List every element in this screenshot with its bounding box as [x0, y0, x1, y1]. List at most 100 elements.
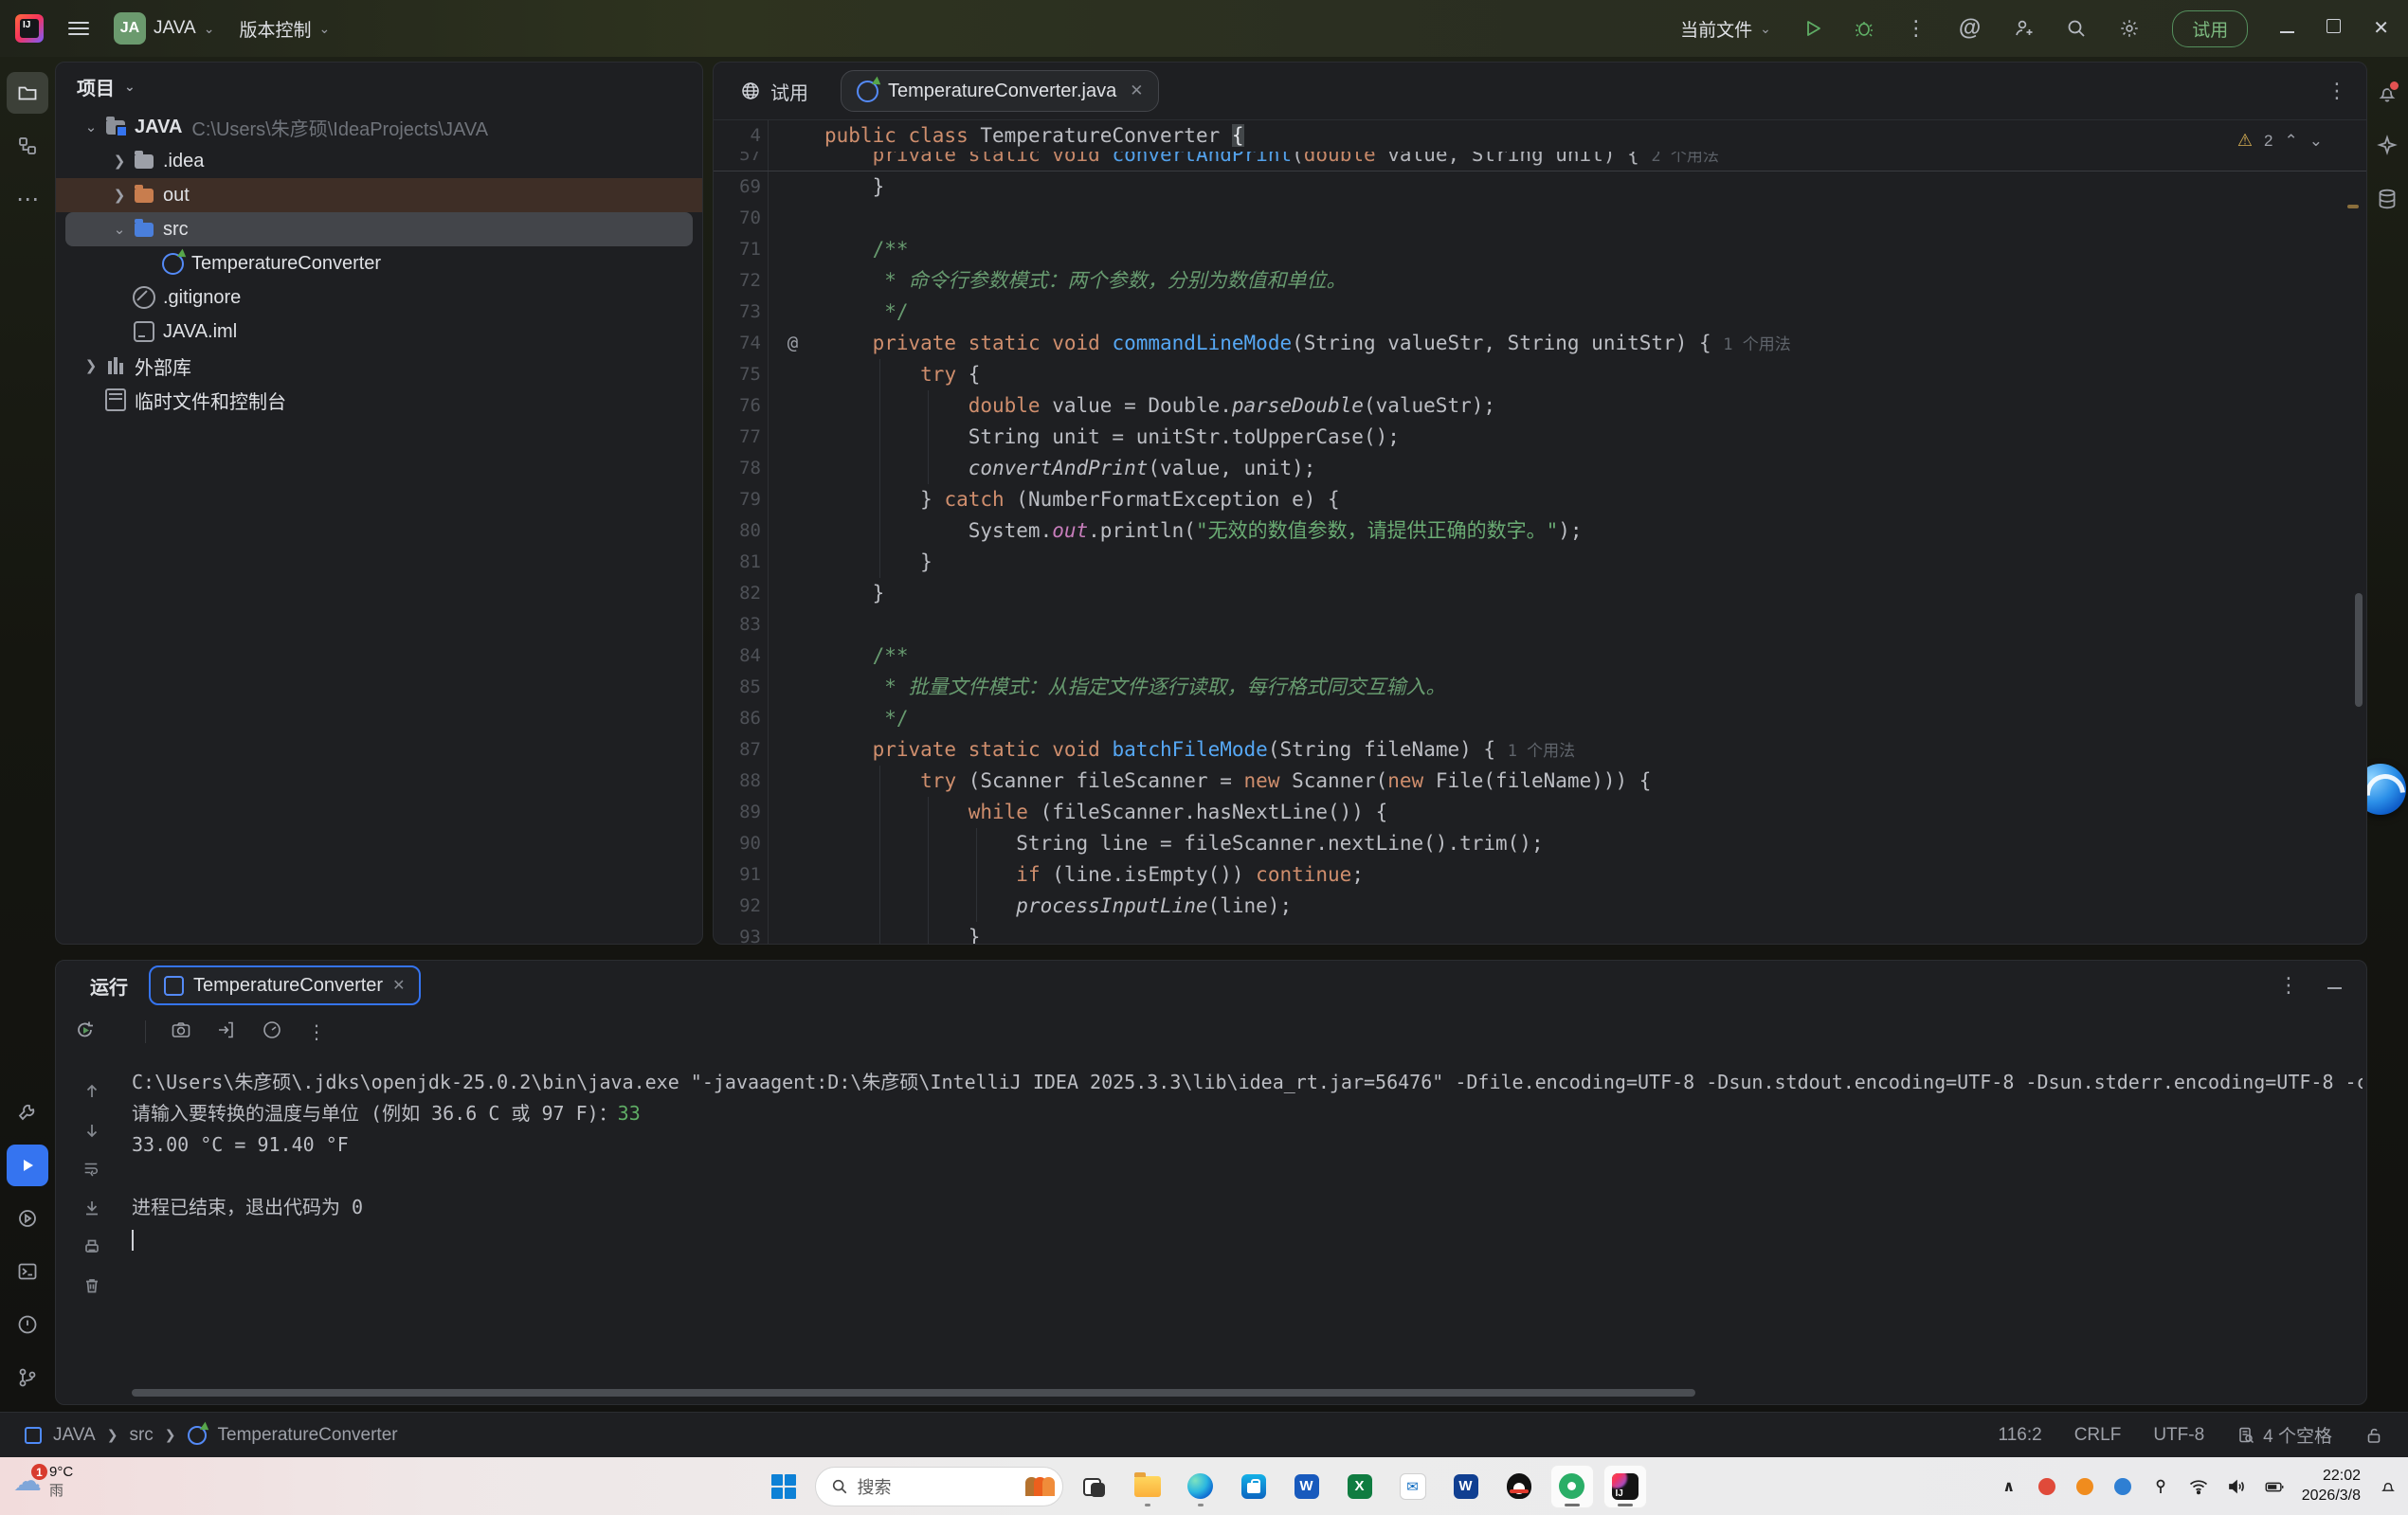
code-line-69[interactable]: 69 }	[714, 171, 2366, 203]
code-line-77[interactable]: 77 String unit = unitStr.toUpperCase();	[714, 422, 2366, 453]
antivirus-tray-icon[interactable]	[2037, 1478, 2057, 1495]
code-line-72[interactable]: 72 * 命令行参数模式：两个参数，分别为数值和单位。	[714, 265, 2366, 297]
code-line-91[interactable]: 91 if (line.isEmpty()) continue;	[714, 859, 2366, 891]
wechat-taskbar-icon[interactable]	[1550, 1465, 1594, 1508]
next-problem-icon[interactable]: ⌄	[2309, 132, 2323, 151]
run-tab[interactable]: TemperatureConverter ✕	[149, 965, 421, 1005]
project-widget[interactable]: JA JAVA ⌄	[114, 12, 214, 45]
screenshot-button[interactable]	[171, 1019, 191, 1045]
tree-item-临时文件和控制台[interactable]: 临时文件和控制台	[56, 383, 702, 417]
code-editor[interactable]: 4public class TemperatureConverter { 57 …	[714, 120, 2366, 945]
code-line-79[interactable]: 79 } catch (NumberFormatException e) {	[714, 484, 2366, 515]
tree-item-.idea[interactable]: ❯.idea	[56, 144, 702, 178]
more-actions-kebab-icon[interactable]: ⋮	[1906, 16, 1927, 41]
print-icon[interactable]	[82, 1237, 101, 1260]
taskbar-weather-widget[interactable]: ☁ 1 9°C 雨	[13, 1463, 73, 1502]
qq-taskbar-icon[interactable]	[1497, 1465, 1541, 1508]
error-stripe-mark[interactable]	[2347, 205, 2359, 208]
taskbar-search-box[interactable]: 搜索	[815, 1467, 1063, 1506]
breadcrumbs[interactable]: JAVA ❯ src ❯ TemperatureConverter	[25, 1425, 398, 1446]
code-line-93[interactable]: 93 }	[714, 922, 2366, 945]
code-line-74[interactable]: 74@ private static void commandLineMode(…	[714, 328, 2366, 359]
code-line-78[interactable]: 78 convertAndPrint(value, unit);	[714, 453, 2366, 484]
hidden-icons-chevron[interactable]: ∧	[1999, 1477, 2019, 1496]
tray-app-blue-icon[interactable]	[2112, 1478, 2133, 1495]
code-line-57[interactable]: 57 private static void convertAndPrint(d…	[714, 152, 2366, 171]
microsoft-store-taskbar-icon[interactable]	[1232, 1465, 1276, 1508]
profiler-button[interactable]	[262, 1019, 282, 1045]
run-button[interactable]	[1803, 19, 1822, 38]
code-line-75[interactable]: 75 try {	[714, 359, 2366, 390]
vcs-widget[interactable]: 版本控制 ⌄	[239, 16, 330, 42]
chevron-down-icon[interactable]: ⌄	[107, 221, 132, 238]
mail-taskbar-icon[interactable]: ✉	[1391, 1465, 1435, 1508]
breadcrumb-root[interactable]: JAVA	[53, 1425, 96, 1446]
problems-tool-window-button[interactable]	[7, 1304, 48, 1345]
file-explorer-taskbar-icon[interactable]	[1126, 1465, 1169, 1508]
breadcrumb-src[interactable]: src	[129, 1425, 153, 1446]
edge-taskbar-icon[interactable]	[1179, 1465, 1222, 1508]
editor-scrollbar-thumb[interactable]	[2355, 593, 2363, 707]
main-menu-icon[interactable]	[68, 18, 89, 39]
taskbar-clock[interactable]: 22:02 2026/3/8	[2302, 1467, 2361, 1506]
run-toolbar-kebab-icon[interactable]: ⋮	[307, 1020, 326, 1044]
caret-position[interactable]: 116:2	[1999, 1425, 2042, 1446]
debug-button[interactable]	[1855, 19, 1874, 38]
chevron-right-icon[interactable]: ❯	[79, 357, 103, 374]
task-view-taskbar-icon[interactable]	[1073, 1465, 1116, 1508]
prev-problem-icon[interactable]: ⌃	[2285, 132, 2298, 151]
code-line-70[interactable]: 70	[714, 203, 2366, 234]
database-tool-window-button[interactable]	[2366, 178, 2408, 220]
volume-icon[interactable]	[2226, 1476, 2247, 1497]
chevron-right-icon[interactable]: ❯	[107, 153, 132, 170]
code-line-83[interactable]: 83	[714, 609, 2366, 640]
code-line-84[interactable]: 84 /**	[714, 640, 2366, 672]
breadcrumb-class[interactable]: TemperatureConverter	[218, 1425, 398, 1446]
run-panel-minimize-icon[interactable]	[2327, 977, 2342, 994]
window-close-button[interactable]: ✕	[2373, 19, 2389, 38]
terminal-tool-window-button[interactable]	[7, 1251, 48, 1292]
tree-item-TemperatureConverter[interactable]: TemperatureConverter	[56, 246, 702, 280]
ai-assistant-tool-window-button[interactable]	[2366, 125, 2408, 167]
trial-tab-group[interactable]: 试用	[740, 78, 808, 105]
editor-tab-active[interactable]: TemperatureConverter.java ✕	[841, 70, 1159, 112]
down-stack-icon[interactable]	[82, 1121, 101, 1144]
office-w-taskbar-icon[interactable]: W	[1444, 1465, 1488, 1508]
tree-item-out[interactable]: ❯out	[56, 178, 702, 212]
code-line-88[interactable]: 88 try (Scanner fileScanner = new Scanne…	[714, 766, 2366, 797]
wifi-icon[interactable]	[2188, 1476, 2209, 1497]
tree-item-JAVA.iml[interactable]: JAVA.iml	[56, 315, 702, 349]
run-configuration-widget[interactable]: 当前文件 ⌄	[1680, 16, 1771, 42]
chevron-down-icon[interactable]: ⌄	[124, 79, 136, 95]
version-control-tool-window-button[interactable]	[7, 1357, 48, 1398]
rerun-button[interactable]	[75, 1019, 96, 1045]
dump-threads-button[interactable]	[216, 1019, 237, 1045]
run-console[interactable]: C:\Users\朱彦硕\.jdks\openjdk-25.0.2\bin\ja…	[56, 1054, 2366, 1404]
search-everywhere-icon[interactable]	[2066, 18, 2087, 39]
soft-wrap-icon[interactable]	[82, 1160, 101, 1182]
writable-lock-icon[interactable]	[2364, 1426, 2383, 1445]
code-line-87[interactable]: 87 private static void batchFileMode(Str…	[714, 734, 2366, 766]
window-maximize-button[interactable]	[2327, 18, 2341, 39]
inspection-widget[interactable]: ⚠ 2 ⌃ ⌄	[2237, 131, 2323, 151]
services-tool-window-button[interactable]	[7, 1198, 48, 1239]
code-with-me-icon[interactable]	[2013, 18, 2034, 39]
start-button[interactable]	[762, 1465, 806, 1508]
intellij-idea-taskbar-icon[interactable]	[1603, 1465, 1647, 1508]
word-taskbar-icon[interactable]: W	[1285, 1465, 1329, 1508]
notifications-bell-icon[interactable]	[2366, 72, 2408, 114]
window-minimize-button[interactable]	[2280, 18, 2294, 39]
editor-options-kebab-icon[interactable]: ⋮	[2327, 79, 2347, 103]
code-line-81[interactable]: 81 }	[714, 547, 2366, 578]
up-stack-icon[interactable]	[82, 1082, 101, 1105]
settings-gear-icon[interactable]	[2119, 18, 2140, 39]
structure-tool-window-button[interactable]	[7, 125, 48, 167]
ai-assistant-icon[interactable]: @	[1959, 15, 1981, 42]
trial-button[interactable]: 试用	[2172, 10, 2248, 47]
code-line-89[interactable]: 89 while (fileScanner.hasNextLine()) {	[714, 797, 2366, 828]
tray-app-orange-icon[interactable]	[2074, 1478, 2095, 1495]
battery-icon[interactable]	[2264, 1476, 2285, 1497]
tree-item-.gitignore[interactable]: .gitignore	[56, 280, 702, 315]
project-tool-window-button[interactable]	[7, 72, 48, 114]
tab-close-icon[interactable]: ✕	[1130, 81, 1143, 100]
